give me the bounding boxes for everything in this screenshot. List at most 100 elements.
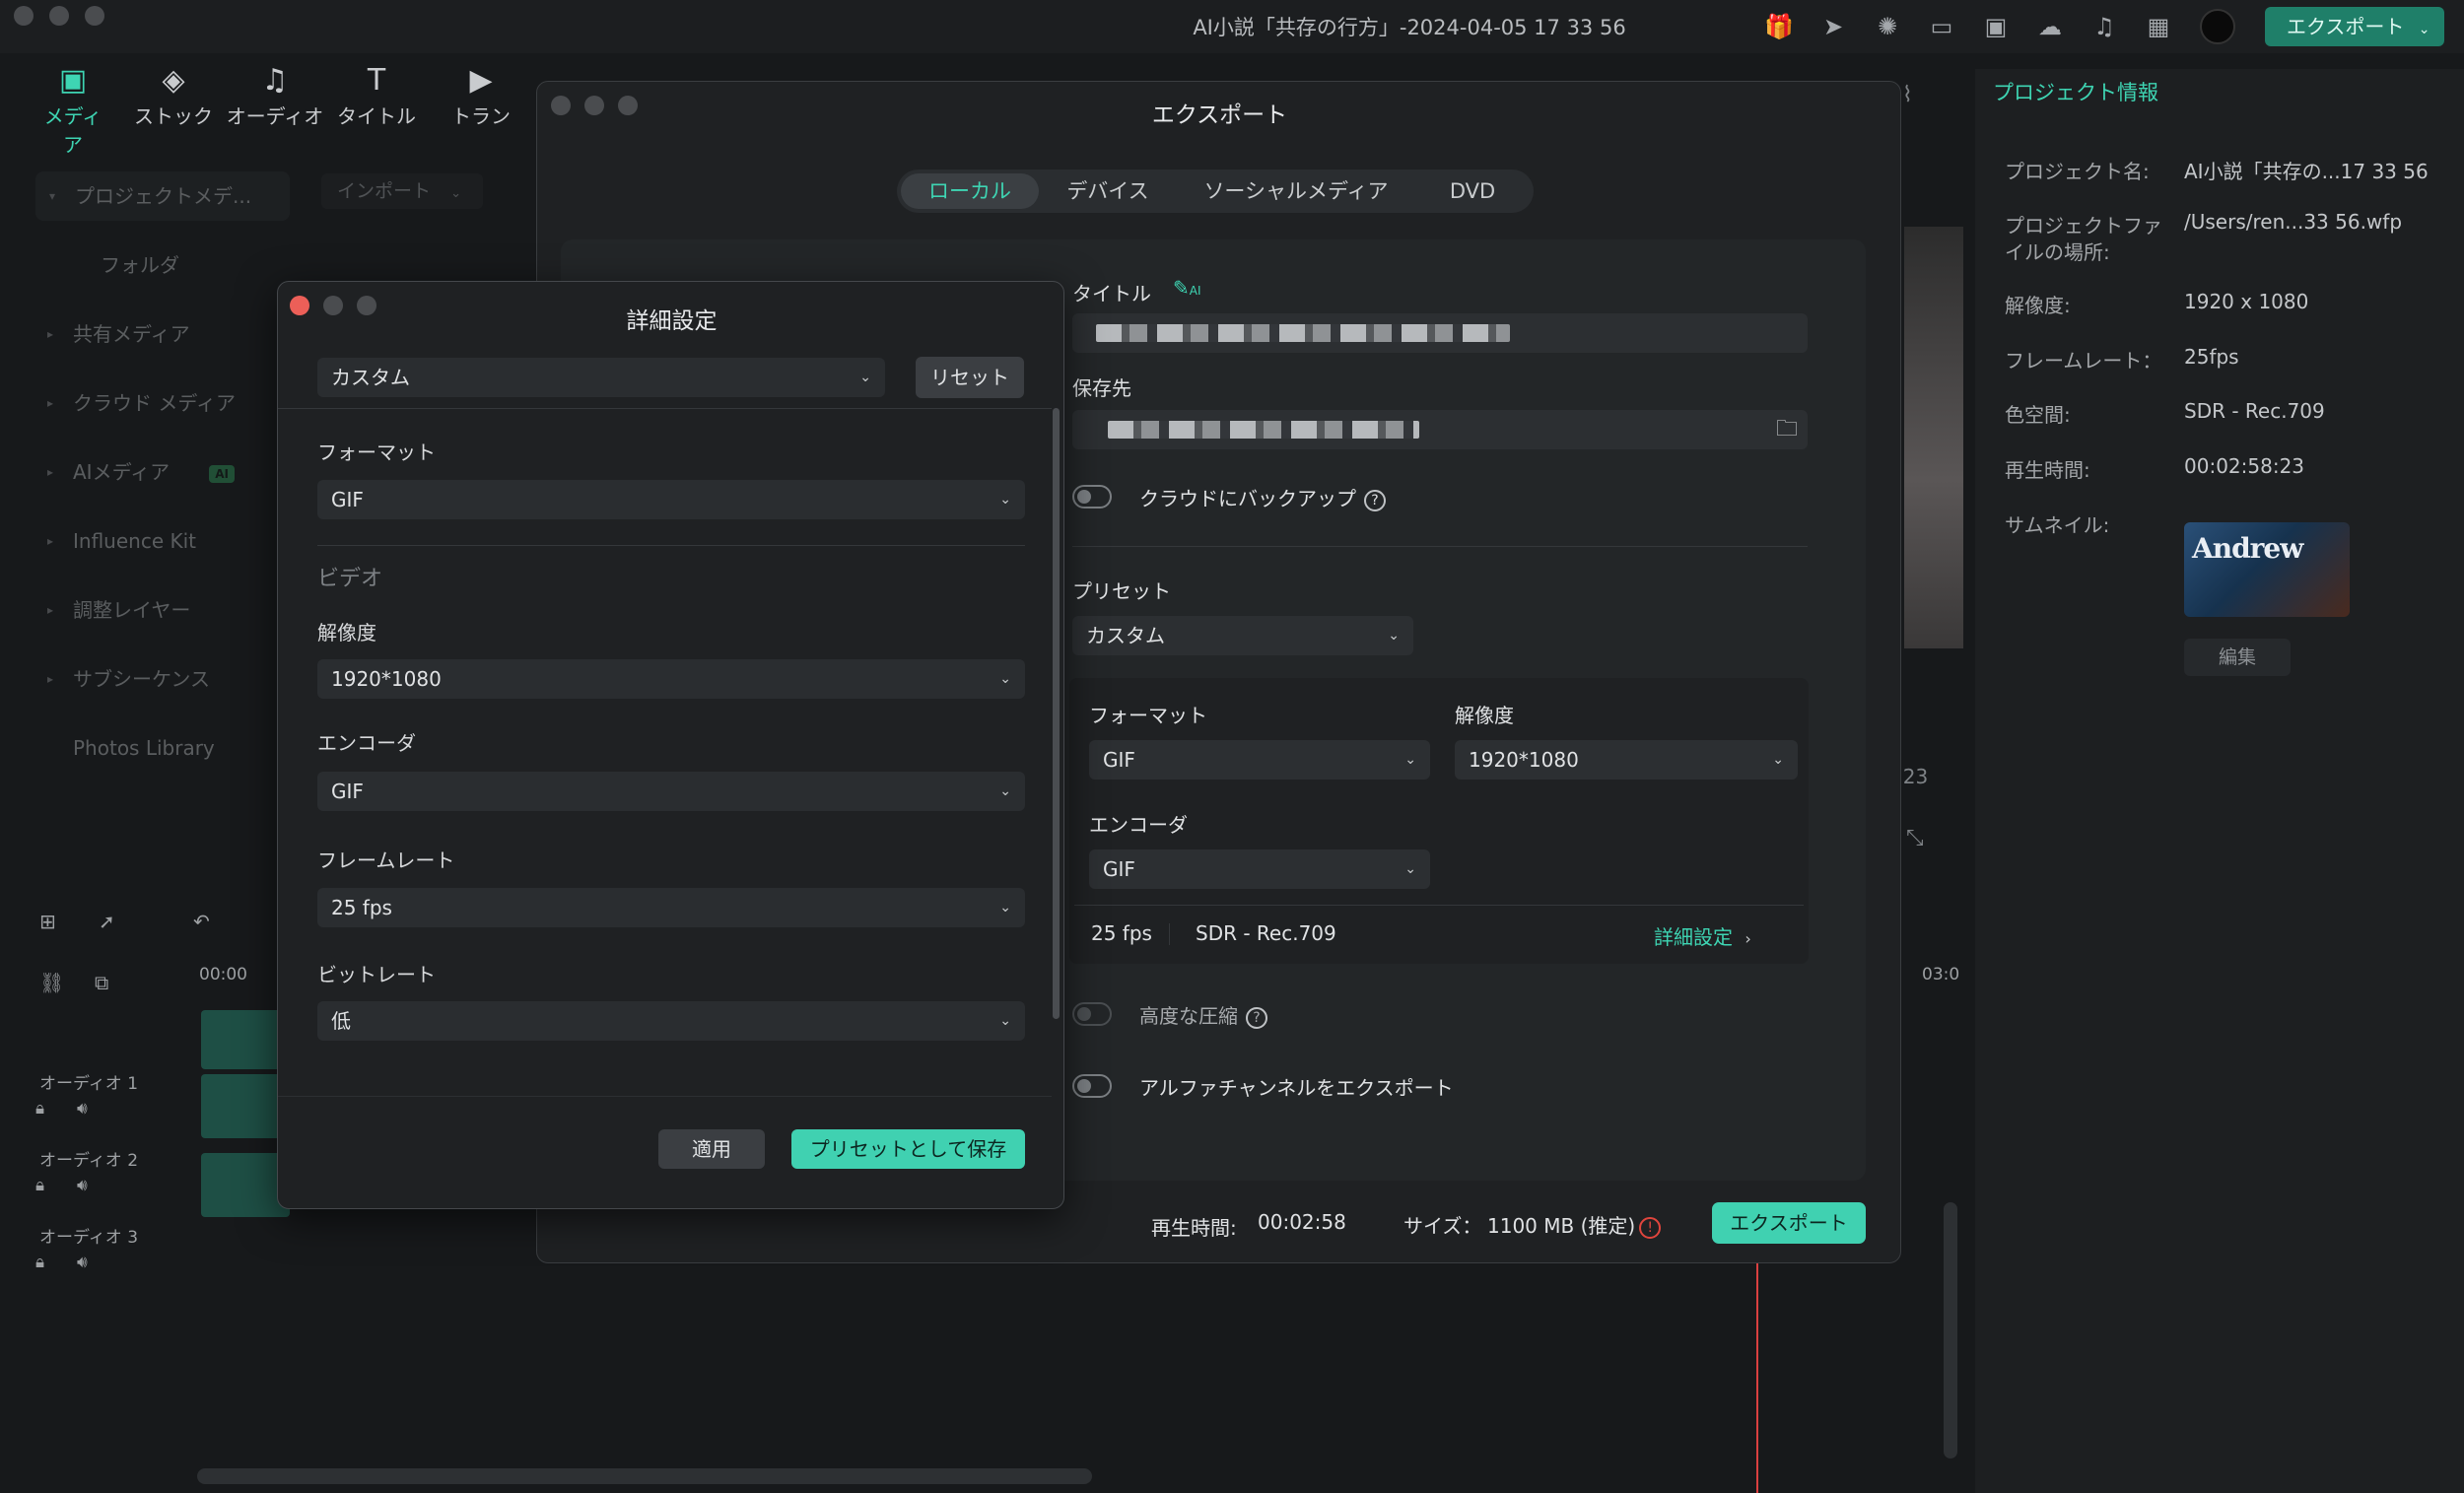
gift-icon[interactable]: 🎁 [1764,12,1794,41]
volume-icon[interactable]: 🔊︎ [77,1176,88,1195]
tab-device[interactable]: デバイス [1047,173,1169,209]
title-bar: AI小説「共存の行方」-2024-04-05 17 33 56 🎁 ➤ ✺ ▭ … [0,0,2464,53]
warning-icon[interactable]: ! [1639,1216,1662,1239]
divider [1072,546,1808,547]
toolbar-stock[interactable]: ◈ ストック [132,61,215,129]
toolbar-transition[interactable]: ▶ トラン [440,61,522,129]
tab-social-media[interactable]: ソーシャルメディア [1179,173,1413,209]
size-label: サイズ： [1403,1214,1482,1238]
detail-settings-link[interactable]: 詳細設定 › [1654,921,1751,950]
tab-local[interactable]: ローカル [901,173,1039,209]
sidebar-item-subsequence[interactable]: ▸ サブシーケンス [20,654,276,704]
undo-icon[interactable]: ↶ [193,910,210,933]
ai-pen-icon[interactable]: ✎AI [1173,276,1201,300]
rp-value-duration: 00:02:58:23 [2184,454,2305,478]
advanced-compression-text: 高度な圧縮 [1139,1004,1238,1028]
top-export-button[interactable]: エクスポート ⌄ [2265,7,2444,46]
detail-scrollbar[interactable] [1053,408,1060,1019]
lock-icon[interactable]: 🔒︎ [35,1176,44,1195]
preset-select[interactable]: カスタム ⌄ [1072,616,1413,655]
rp-label-framerate: フレームレート： [2005,349,2162,373]
reset-button[interactable]: リセット [916,357,1024,398]
tab-dvd[interactable]: DVD [1421,173,1524,209]
export-title-input[interactable] [1072,313,1808,353]
divider [1169,923,1170,945]
resolution-label: 解像度 [1455,704,1514,727]
toolbar-media[interactable]: ▣ メディア [35,61,110,158]
sidebar-item-cloud-media[interactable]: ▸ クラウド メディア [20,378,276,428]
blurred-title-value [1096,324,1510,342]
sidebar-item-photos-library[interactable]: Photos Library [20,723,276,773]
advanced-compression-toggle[interactable] [1072,1002,1112,1026]
video-section-heading: ビデオ [317,567,383,591]
summary-colorspace: SDR - Rec.709 [1196,921,1336,945]
thumbnail-edit-button[interactable]: 編集 [2184,639,2291,676]
toolbar-audio[interactable]: ♫ オーディオ [225,61,325,129]
help-icon[interactable]: ? [1364,489,1386,511]
lock-icon[interactable]: 🔒︎ [35,1099,44,1119]
detail-encoder-select[interactable]: GIF ⌄ [317,772,1025,811]
rp-label-thumbnail: サムネイル: [2005,513,2110,537]
detail-bitrate-select[interactable]: 低 ⌄ [317,1001,1025,1041]
detail-resolution-select[interactable]: 1920*1080 ⌄ [317,659,1025,699]
headset-icon[interactable]: ♫ [2089,12,2119,41]
detail-format-value: GIF [331,488,364,511]
sidebar-item-influence-kit[interactable]: ▸ Influence Kit [20,516,276,566]
playhead[interactable] [1756,1261,1758,1493]
loading-icon[interactable]: ✺ [1873,12,1902,41]
chevron-right-icon: › [1745,929,1751,948]
grid-icon[interactable]: ▦ [2144,12,2173,41]
caret-icon: ▾ [49,189,56,203]
tab-project-info[interactable]: プロジェクト情報 [1993,77,2158,106]
save-icon[interactable]: ▣ [1981,12,2011,41]
detail-format-label: フォーマット [317,441,436,464]
toolbar-title[interactable]: T タイトル [335,61,418,129]
volume-icon[interactable]: 🔊︎ [77,1099,88,1119]
save-path-input[interactable]: 🗀 [1072,410,1808,449]
format-select[interactable]: GIF ⌄ [1089,740,1430,780]
send-icon[interactable]: ➤ [1818,12,1848,41]
resolution-select[interactable]: 1920*1080 ⌄ [1455,740,1798,780]
detail-settings-dialog: 詳細設定 カスタム ⌄ リセット フォーマット GIF ⌄ ビデオ 解像度 1920… [277,281,1064,1209]
right-panel [1975,69,2464,1493]
waveform-icon[interactable]: ⌇ [1902,83,1913,107]
sidebar-item-folder[interactable]: フォルダ [20,240,276,290]
save-as-preset-button[interactable]: プリセットとして保存 [791,1129,1025,1169]
timeline-vertical-scrollbar[interactable] [1944,1202,1957,1459]
apply-button[interactable]: 適用 [658,1129,765,1169]
encoder-select[interactable]: GIF ⌄ [1089,849,1430,889]
caret-icon: ▸ [47,603,54,617]
sidebar-item-adjustment-layer[interactable]: ▸ 調整レイヤー [20,585,276,635]
left-panel: ▾ プロジェクトメデ... フォルダ ▸ 共有メディア ▸ クラウド メディア ▸ AI… [20,158,290,848]
timeline-horizontal-scrollbar[interactable] [197,1468,1092,1484]
toolbar-stock-label: ストック [134,104,213,128]
sidebar-item-project-media[interactable]: ▾ プロジェクトメデ... [35,171,290,221]
sidebar-item-label: クラウド メディア [73,391,236,415]
select-tool-icon[interactable]: ➚ [99,910,115,933]
volume-icon[interactable]: 🔊︎ [77,1253,88,1272]
chevron-down-icon: ⌄ [859,370,871,385]
export-button[interactable]: エクスポート [1712,1202,1866,1244]
layout-icon[interactable]: ⊞ [39,910,56,933]
link-icon[interactable]: ⛓ [39,971,64,994]
detail-preset-select[interactable]: カスタム ⌄ [317,358,885,397]
monitor-icon[interactable]: ▭ [1927,12,1956,41]
cloud-backup-label: クラウドにバックアップ? [1139,483,1386,511]
import-button[interactable]: インポート ⌄ [321,173,483,209]
sidebar-item-label: AIメディア [73,460,171,484]
folder-icon[interactable]: 🗀 [1776,410,1798,449]
detail-framerate-select[interactable]: 25 fps ⌄ [317,888,1025,927]
cloud-upload-icon[interactable]: ☁ [2035,12,2065,41]
import-label: インポート [337,180,432,202]
alpha-export-toggle[interactable] [1072,1074,1112,1098]
sidebar-item-shared-media[interactable]: ▸ 共有メディア [20,309,276,359]
detail-format-select[interactable]: GIF ⌄ [317,480,1025,519]
fullscreen-icon[interactable]: ⤡ [1906,826,1924,850]
help-icon[interactable]: ? [1246,1006,1267,1029]
group-icon[interactable]: ⧉ [95,971,108,994]
ruler-start: 00:00 [199,965,247,984]
avatar[interactable] [2200,9,2235,44]
lock-icon[interactable]: 🔒︎ [35,1253,44,1272]
sidebar-item-ai-media[interactable]: ▸ AIメディア AI [20,447,276,497]
cloud-backup-toggle[interactable] [1072,485,1112,509]
